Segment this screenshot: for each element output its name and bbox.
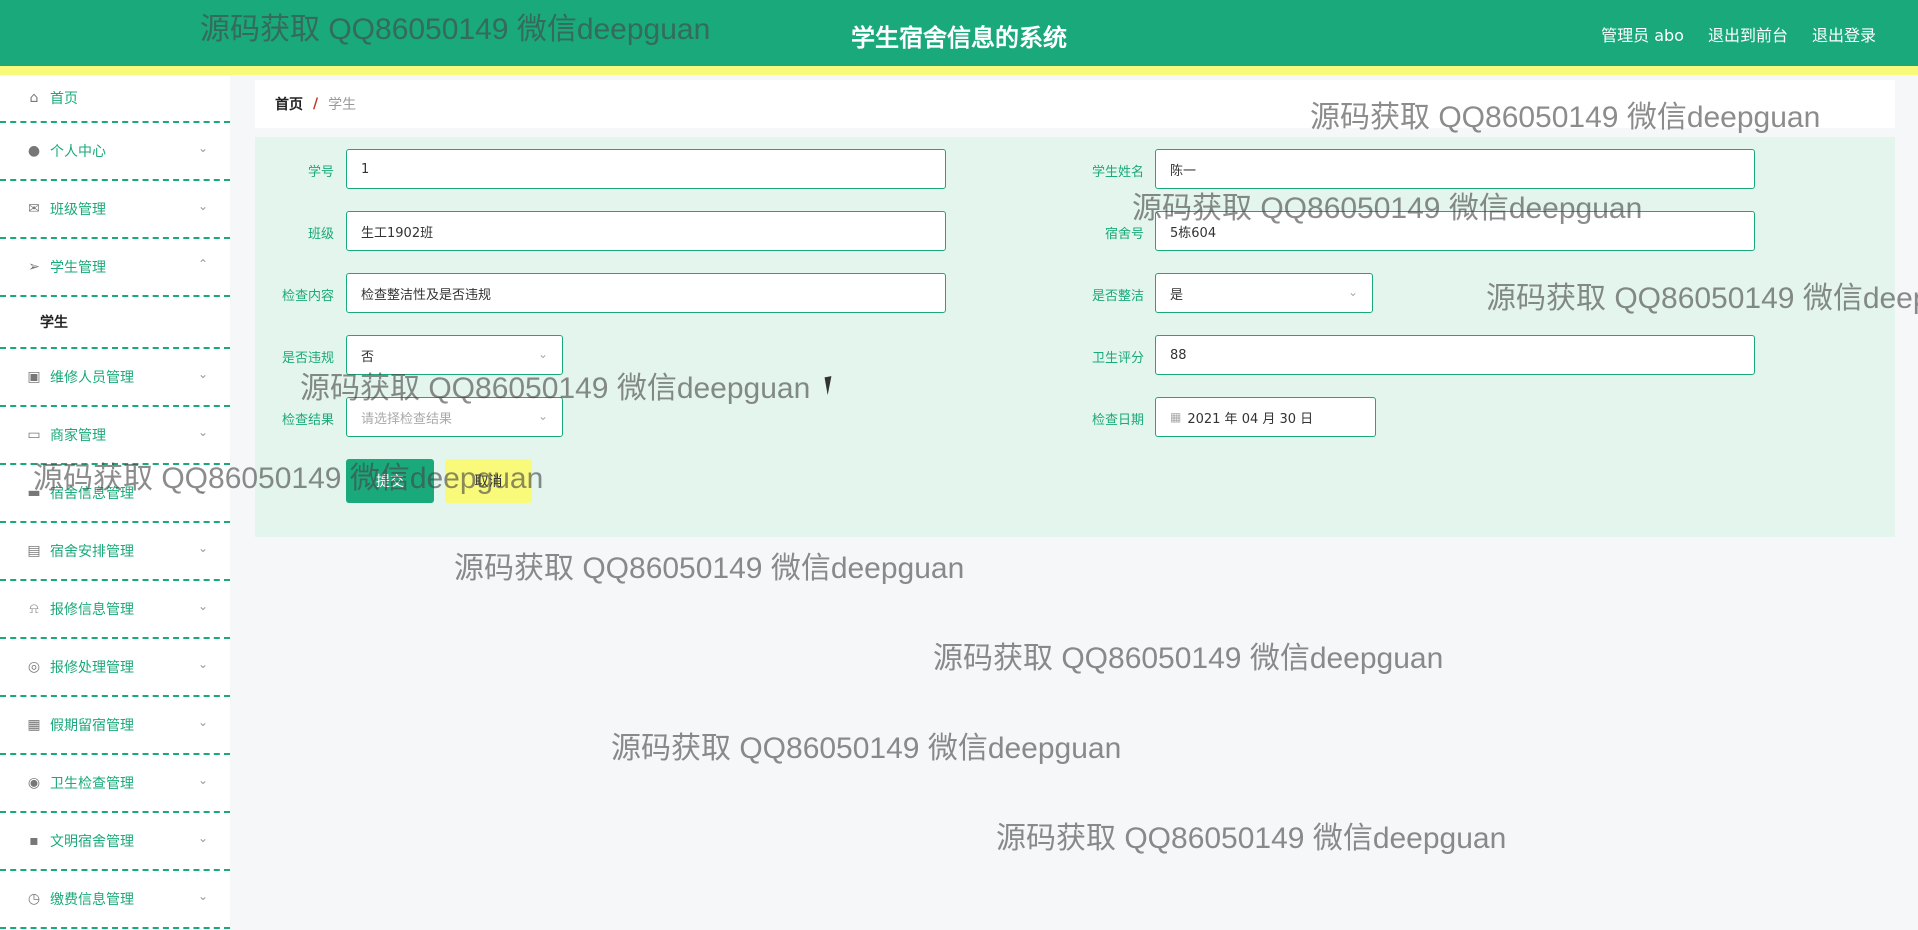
breadcrumb-home[interactable]: 首页 [275,94,303,114]
breadcrumb-separator: / [313,96,319,112]
sidebar-item-dorm-arrange[interactable]: ▤ 宿舍安排管理 ⌄ [0,523,230,581]
sidebar-item-profile[interactable]: ● 个人中心 ⌄ [0,123,230,181]
mouse-cursor-icon [824,374,842,396]
sidebar-item-class[interactable]: ✉ 班级管理 ⌄ [0,181,230,239]
chevron-down-icon: ⌄ [1347,285,1358,299]
hygiene-score-input[interactable]: 88 [1155,335,1755,375]
sidebar-subitem-student[interactable]: 学生 [0,297,230,349]
compass-icon: ◎ [27,659,41,675]
sidebar-item-home[interactable]: ⌂ 首页 [0,75,230,123]
check-content-input[interactable]: 检查整洁性及是否违规 [346,273,946,313]
sidebar-item-label: 文明宿舍管理 [50,834,134,850]
top-nav: 管理员 abo 退出到前台 退出登录 [1601,22,1876,46]
check-date-picker[interactable]: ▦ 2021 年 04 月 30 日 [1155,397,1376,437]
chevron-down-icon: ⌄ [197,367,208,381]
dorm-no-label: 宿舍号 [1104,227,1144,242]
sidebar-item-label: 假期留宿管理 [50,718,134,734]
chevron-down-icon: ⌄ [197,199,208,213]
sidebar-item-civil-dorm[interactable]: ▪ 文明宿舍管理 ⌄ [0,813,230,871]
id-card-icon: ▭ [27,427,41,443]
watermark-text: 源码获取 QQ86050149 微信deepguan [933,642,1444,675]
watermark-text: 源码获取 QQ86050149 微信deepguan [1310,101,1821,134]
watermark-text: 源码获取 QQ86050149 微信deepguan [454,552,965,585]
check-content-label: 检查内容 [281,289,334,304]
watermark-text: 源码获取 QQ86050149 微信deepguan [200,13,711,46]
check-date-label: 检查日期 [1091,413,1144,428]
current-user[interactable]: 管理员 abo [1601,22,1684,46]
calendar-icon: ▦ [1170,410,1182,424]
student-name-label: 学生姓名 [1091,165,1144,180]
watermark-text: 源码获取 QQ86050149 微信deepguan [33,462,544,495]
is-clean-label: 是否整洁 [1091,289,1144,304]
chevron-down-icon: ⌄ [197,599,208,613]
chevron-down-icon: ⌄ [197,425,208,439]
lifebuoy-icon: ◉ [27,775,41,791]
sidebar-item-label: 报修处理管理 [50,660,134,676]
bell-off-icon: ⍾ [29,601,39,617]
breadcrumb-current: 学生 [328,97,357,113]
exit-to-front-link[interactable]: 退出到前台 [1708,22,1788,46]
top-bar-stripe [0,66,1918,75]
sidebar-item-label: 维修人员管理 [50,370,134,386]
watermark-text: 源码获取 QQ86050149 微信deepguan [1486,282,1918,315]
check-result-placeholder: 请选择检查结果 [361,411,453,427]
sidebar-item-label: 班级管理 [50,202,106,218]
user-icon: ● [27,143,41,159]
sidebar-item-holiday-stay[interactable]: ▦ 假期留宿管理 ⌄ [0,697,230,755]
student-no-label: 学号 [307,165,334,180]
clock-icon: ◷ [27,891,41,907]
sidebar-item-student[interactable]: ➢ 学生管理 ⌃ [0,239,230,297]
chevron-down-icon: ⌄ [197,889,208,903]
student-no-input[interactable]: 1 [346,149,946,189]
sidebar-item-label: 学生管理 [50,260,106,276]
sidebar-item-label: 个人中心 [50,144,106,160]
sidebar: ⌂ 首页 ● 个人中心 ⌄ ✉ 班级管理 ⌄ ➢ 学生管理 ⌃ 学生 ▣ 维修人… [0,75,230,930]
sidebar-item-label: 商家管理 [50,428,106,444]
sidebar-item-label: 宿舍安排管理 [50,544,134,560]
hygiene-score-label: 卫生评分 [1091,351,1144,366]
chevron-down-icon: ⌄ [197,831,208,845]
watermark-text: 源码获取 QQ86050149 微信deepguan [611,732,1122,765]
sidebar-item-label: 首页 [50,91,78,107]
sidebar-item-hygiene[interactable]: ◉ 卫生检查管理 ⌄ [0,755,230,813]
mail-icon: ✉ [28,201,40,217]
chevron-down-icon: ⌄ [197,657,208,671]
chevron-down-icon: ⌄ [197,141,208,155]
check-date-value: 2021 年 04 月 30 日 [1187,411,1314,427]
is-clean-value: 是 [1170,287,1184,303]
watermark-text: 源码获取 QQ86050149 微信deepguan [996,822,1507,855]
watermark-text: 源码获取 QQ86050149 微信deepguan [300,372,811,405]
home-icon: ⌂ [29,90,39,106]
clipboard-icon: ▤ [27,543,41,559]
chevron-down-icon: ⌄ [537,409,548,423]
chevron-down-icon: ⌄ [537,347,548,361]
delete-icon: ▣ [27,369,41,385]
is-clean-select[interactable]: 是 ⌄ [1155,273,1373,313]
sidebar-item-repair-info[interactable]: ⍾ 报修信息管理 ⌄ [0,581,230,639]
logout-link[interactable]: 退出登录 [1812,22,1876,46]
chevron-down-icon: ⌄ [197,715,208,729]
sidebar-item-repair-handle[interactable]: ◎ 报修处理管理 ⌄ [0,639,230,697]
sidebar-item-label: 缴费信息管理 [50,892,134,908]
is-violation-value: 否 [361,349,375,365]
chevron-down-icon: ⌄ [197,541,208,555]
sidebar-item-label: 报修信息管理 [50,602,134,618]
send-icon: ➢ [28,259,40,275]
chat-icon: ▪ [29,833,39,849]
class-label: 班级 [307,227,334,242]
sidebar-item-label: 卫生检查管理 [50,776,134,792]
class-input[interactable]: 生工1902班 [346,211,946,251]
sidebar-item-repairman[interactable]: ▣ 维修人员管理 ⌄ [0,349,230,407]
grid-icon: ▦ [27,717,41,733]
watermark-text: 源码获取 QQ86050149 微信deepguan [1132,192,1643,225]
check-result-label: 检查结果 [281,413,334,428]
chevron-down-icon: ⌄ [197,773,208,787]
sidebar-item-payment[interactable]: ◷ 缴费信息管理 ⌄ [0,871,230,929]
chevron-up-icon: ⌃ [197,257,208,271]
